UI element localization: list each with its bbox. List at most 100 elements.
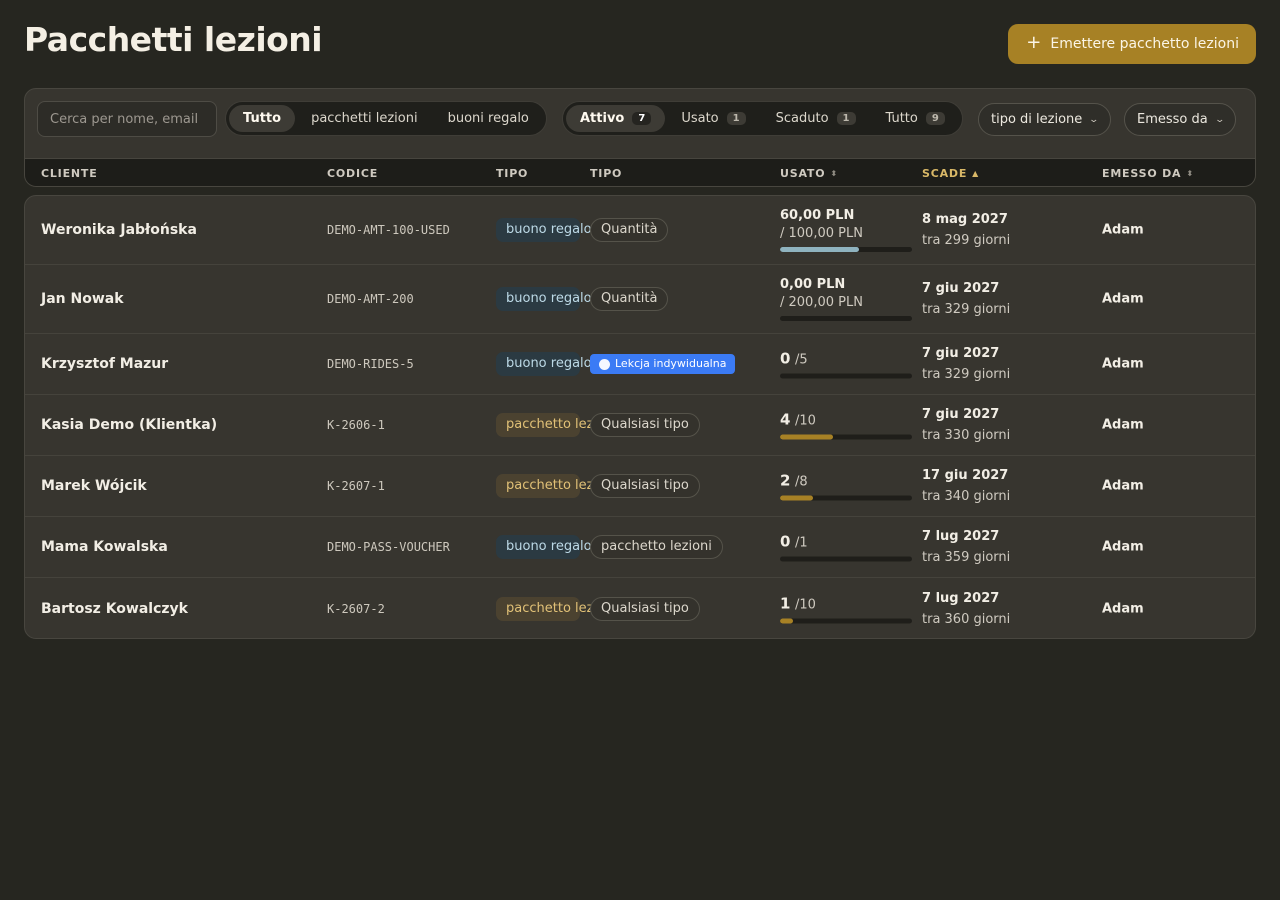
client-name: Marek Wójcik (41, 478, 147, 494)
expiry-relative: tra 330 giorni (922, 428, 1011, 443)
type-badge: pacchetto lezioni (496, 474, 617, 498)
table-header: CLIENTE CODICE TIPO TIPO USATO ⬍ SCADE ▲ E… (25, 158, 1255, 186)
expiry-relative: tra 360 giorni (922, 611, 1011, 627)
kind-filter-label: pacchetti lezioni (311, 111, 418, 126)
column-header-used[interactable]: USATO ⬍ (780, 167, 838, 180)
kind-filter-passes[interactable]: pacchetti lezioni (297, 105, 432, 132)
status-filter-used[interactable]: Usato 1 (667, 105, 759, 132)
usage-total: /10 (794, 597, 816, 612)
usage-cell: 2 /8 (780, 472, 912, 501)
issued-by-dropdown-label: Emesso da (1137, 112, 1208, 127)
table-row[interactable]: Kasia Demo (Klientka) K-2606-1 pacchetto… (25, 395, 1255, 456)
usage-progress-bar (780, 247, 912, 252)
column-header-issued-by[interactable]: EMESSO DA ⬍ (1102, 167, 1194, 180)
plus-icon: + (1026, 32, 1042, 53)
usage-total: /8 (794, 474, 808, 490)
sort-icon: ⬍ (1186, 169, 1194, 178)
kind-badge: Qualsiasi tipo (590, 413, 700, 437)
expiry-cell: 8 mag 2027 tra 299 giorni (922, 212, 1010, 248)
issuer-name: Adam (1102, 291, 1144, 307)
issuer-name: Adam (1102, 222, 1144, 238)
issuer-name: Adam (1102, 417, 1144, 433)
lesson-dot-icon (599, 359, 610, 370)
expiry-cell: 7 lug 2027 tra 359 giorni (922, 529, 1010, 565)
table-row[interactable]: Krzysztof Mazur DEMO-RIDES-5 buono regal… (25, 334, 1255, 395)
expiry-date: 7 giu 2027 (922, 346, 1000, 361)
type-badge: pacchetto lezioni (496, 596, 617, 621)
usage-count: 2 /8 (780, 472, 912, 490)
expiry-relative: tra 329 giorni (922, 302, 1011, 317)
issued-by-dropdown[interactable]: Emesso da ⌄ (1124, 103, 1237, 136)
usage-total: / 100,00 PLN (780, 226, 863, 241)
usage-cell: 60,00 PLN / 100,00 PLN (780, 208, 912, 252)
filters-row: Tutto pacchetti lezioni buoni regalo Att… (25, 89, 1255, 158)
kind-badge: pacchetto lezioni (590, 535, 723, 559)
usage-progress-fill (780, 434, 833, 440)
table-row[interactable]: Bartosz Kowalczyk K-2607-2 pacchetto lez… (25, 578, 1255, 638)
table-row[interactable]: Mama Kowalska DEMO-PASS-VOUCHER buono re… (25, 517, 1255, 578)
status-filter-label: Scaduto (775, 111, 829, 126)
client-name: Krzysztof Mazur (41, 356, 169, 372)
usage-progress-fill (780, 247, 860, 252)
column-header-type: TIPO (496, 167, 528, 180)
usage-cell: 1 /10 (780, 594, 912, 623)
expiry-date: 7 lug 2027 (922, 529, 1000, 544)
expiry-cell: 7 lug 2027 tra 360 giorni (922, 591, 1010, 627)
usage-progress-bar (780, 556, 912, 562)
kind-filter-all[interactable]: Tutto (229, 105, 296, 132)
column-header-client: CLIENTE (41, 167, 98, 180)
expiry-cell: 7 giu 2027 tra 329 giorni (922, 346, 1010, 382)
column-header-label: SCADE (922, 167, 968, 180)
kind-filter-label: buoni regalo (447, 111, 529, 126)
issuer-name: Adam (1102, 539, 1144, 555)
expiry-date: 7 giu 2027 (922, 281, 1000, 296)
status-filter-active[interactable]: Attivo 7 (566, 105, 666, 132)
pass-code: DEMO-PASS-VOUCHER (327, 540, 450, 554)
usage-progress-bar (780, 434, 912, 440)
pass-code: DEMO-AMT-200 (327, 292, 414, 306)
usage-used: 0 (780, 532, 791, 551)
table-row[interactable]: Weronika Jabłońska DEMO-AMT-100-USED buo… (25, 196, 1255, 265)
client-name: Kasia Demo (Klientka) (41, 417, 218, 433)
column-header-label: EMESSO DA (1102, 167, 1182, 180)
kind-filter-vouchers[interactable]: buoni regalo (434, 105, 543, 132)
lesson-type-dropdown[interactable]: tipo di lezione ⌄ (978, 103, 1111, 136)
status-count-badge: 9 (925, 112, 945, 125)
chevron-down-icon: ⌄ (1214, 114, 1225, 125)
table-row[interactable]: Marek Wójcik K-2607-1 pacchetto lezioni … (25, 456, 1255, 517)
search-input[interactable] (37, 101, 217, 137)
usage-count: 0 /5 (780, 350, 912, 368)
status-filter-expired[interactable]: Scaduto 1 (762, 105, 870, 132)
table-row[interactable]: Jan Nowak DEMO-AMT-200 buono regalo Quan… (25, 265, 1255, 334)
usage-count: 4 /10 (780, 411, 912, 429)
usage-total: /10 (794, 413, 816, 429)
client-name: Weronika Jabłońska (41, 222, 197, 238)
kind-filter-label: Tutto (243, 111, 282, 126)
usage-amount: 60,00 PLN (780, 208, 855, 223)
expiry-date: 7 lug 2027 (922, 590, 1000, 606)
status-filter-all[interactable]: Tutto 9 (872, 105, 959, 132)
pass-code: DEMO-AMT-100-USED (327, 223, 450, 237)
status-count-badge: 7 (632, 112, 652, 125)
usage-progress-bar (780, 618, 912, 623)
expiry-relative: tra 329 giorni (922, 367, 1011, 382)
column-header-label: CLIENTE (41, 167, 98, 180)
expiry-cell: 7 giu 2027 tra 330 giorni (922, 407, 1010, 443)
status-count-badge: 1 (726, 112, 746, 125)
issuer-name: Adam (1102, 356, 1144, 372)
usage-progress-fill (780, 495, 813, 501)
column-header-expires[interactable]: SCADE ▲ (922, 167, 979, 180)
issue-pass-button[interactable]: + Emettere pacchetto lezioni (1008, 24, 1256, 64)
client-name: Jan Nowak (41, 291, 124, 307)
sort-icon: ⬍ (830, 169, 838, 178)
pass-code: K-2607-1 (327, 479, 385, 493)
pass-code: K-2606-1 (327, 418, 385, 432)
type-badge: buono regalo (496, 287, 592, 311)
status-filter-label: Usato (681, 111, 719, 126)
passes-table: Weronika Jabłońska DEMO-AMT-100-USED buo… (24, 195, 1256, 639)
usage-used: 2 (780, 471, 791, 490)
expiry-cell: 17 giu 2027 tra 340 giorni (922, 468, 1010, 504)
expiry-relative: tra 340 giorni (922, 489, 1011, 504)
usage-used: 4 (780, 410, 791, 429)
type-badge: buono regalo (496, 535, 592, 559)
